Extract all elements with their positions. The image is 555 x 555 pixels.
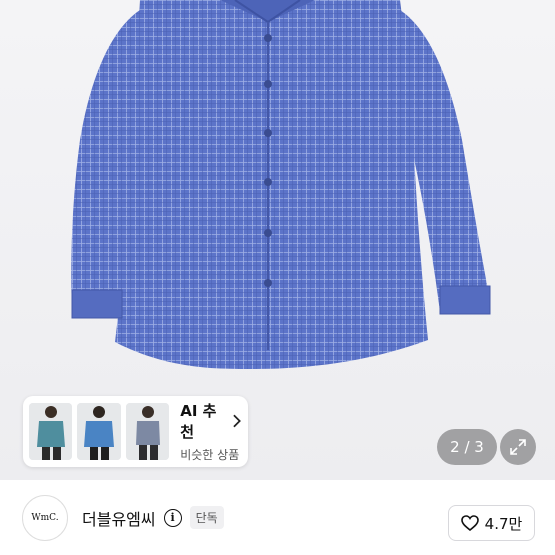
exclusive-badge: 단독	[189, 506, 224, 529]
model-gray-shirt-image	[125, 403, 170, 460]
recommend-thumbnail-1[interactable]	[29, 403, 73, 460]
ai-recommend-subtitle: 비슷한 상품	[180, 448, 240, 462]
store-logo-text: WmC.	[31, 512, 59, 523]
heart-icon	[460, 515, 479, 531]
info-icon[interactable]: i	[163, 508, 182, 527]
like-count: 4.7만	[484, 514, 523, 533]
store-logo[interactable]: WmC.	[22, 494, 68, 541]
ai-recommend-card[interactable]: AI 추천 비슷한 상품	[23, 396, 248, 467]
page-indicator: 2 / 3	[437, 429, 497, 465]
expand-button[interactable]	[500, 429, 536, 465]
like-button[interactable]: 4.7만	[448, 505, 535, 541]
chevron-right-icon	[233, 414, 242, 428]
expand-arrows-icon	[510, 439, 526, 455]
model-teal-shirt-image	[29, 403, 73, 460]
model-blue-shirt-image	[77, 403, 121, 460]
ai-recommend-title: AI 추천	[180, 402, 217, 441]
store-name[interactable]: 더블유엠씨	[82, 506, 156, 530]
recommend-thumbnail-3[interactable]	[125, 403, 170, 460]
recommend-thumbnail-2[interactable]	[77, 403, 121, 460]
